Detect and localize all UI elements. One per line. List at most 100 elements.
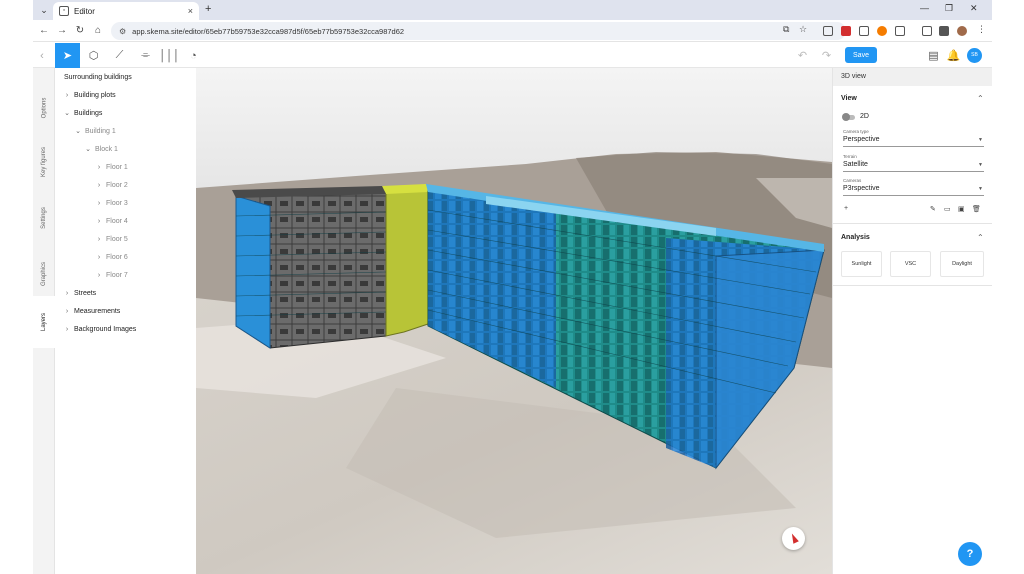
- chevron-down-icon[interactable]: ⌄: [74, 127, 82, 135]
- new-tab-icon[interactable]: +: [205, 3, 211, 15]
- tree-item-background-images[interactable]: › Background Images: [63, 322, 136, 336]
- daylight-button[interactable]: Daylight: [940, 251, 984, 277]
- sun-tool-icon[interactable]: ◔: [181, 43, 206, 68]
- sunlight-button[interactable]: Sunlight: [841, 251, 882, 277]
- chevron-right-icon[interactable]: ›: [95, 254, 103, 261]
- tree-item-buildings[interactable]: ⌄ Buildings: [63, 106, 102, 120]
- grid-tool-icon[interactable]: │││: [157, 43, 182, 68]
- delete-icon[interactable]: 🗑: [972, 205, 981, 213]
- save-camera-icon[interactable]: ▣: [958, 205, 965, 213]
- window-close-icon[interactable]: ✕: [970, 3, 978, 14]
- site-info-icon[interactable]: ⚙: [119, 27, 126, 36]
- address-bar[interactable]: ⚙ app.skema.site/editor/65eb77b59753e32c…: [111, 22, 846, 40]
- tree-item-building-plots[interactable]: › Building plots: [63, 88, 116, 102]
- compass-icon[interactable]: [782, 527, 805, 550]
- back-icon[interactable]: ←: [37, 24, 51, 38]
- chevron-down-icon[interactable]: ⌄: [84, 145, 92, 153]
- tab-label: Options: [41, 97, 47, 119]
- help-button[interactable]: ?: [958, 542, 982, 566]
- tree-label: Floor 1: [106, 163, 128, 171]
- 3d-scene[interactable]: [196, 68, 832, 574]
- reload-icon[interactable]: ↻: [73, 24, 87, 38]
- screen-icon[interactable]: ▭: [944, 205, 951, 213]
- tree-item-measurements[interactable]: › Measurements: [63, 304, 120, 318]
- extension-icon[interactable]: [895, 26, 905, 36]
- tree-item-floor[interactable]: › Floor 6: [95, 250, 128, 264]
- select-tool-icon[interactable]: ➤: [55, 43, 80, 68]
- tree-item-surrounding[interactable]: Surrounding buildings: [64, 70, 132, 84]
- tab-label: Key figures: [41, 146, 48, 178]
- tree-item-floor[interactable]: › Floor 3: [95, 196, 128, 210]
- notification-bell-icon[interactable]: 🔔: [941, 43, 966, 68]
- forward-icon[interactable]: →: [55, 24, 69, 38]
- avatar[interactable]: SB: [967, 48, 982, 63]
- maximize-icon[interactable]: ❐: [945, 3, 953, 14]
- tab-search-icon[interactable]: ⌄: [37, 4, 51, 16]
- redo-icon[interactable]: ↷: [814, 43, 839, 68]
- divider: [833, 223, 992, 224]
- tree-item-block-1[interactable]: ⌄ Block 1: [84, 142, 118, 156]
- building-tool-icon[interactable]: ⬡: [81, 43, 106, 68]
- terrain-label: Terrain: [843, 154, 857, 159]
- browser-menu-icon[interactable]: ⋮: [977, 24, 986, 35]
- cameras-select[interactable]: P3rspective ▼: [843, 185, 984, 196]
- extension-icon[interactable]: [841, 26, 851, 36]
- undo-icon[interactable]: ↶: [790, 43, 815, 68]
- save-button[interactable]: Save: [845, 47, 877, 63]
- terrain-select[interactable]: Satellite ▼: [843, 161, 984, 172]
- view-section-title: View: [841, 95, 857, 102]
- bookmark-star-icon[interactable]: ☆: [799, 24, 807, 35]
- chevron-right-icon[interactable]: ›: [95, 236, 103, 243]
- chevron-up-icon[interactable]: ⌃: [977, 94, 984, 103]
- 3d-viewport[interactable]: [196, 68, 832, 574]
- chevron-down-icon[interactable]: ⌄: [63, 109, 71, 117]
- tab-graphics[interactable]: Graphics: [33, 244, 55, 304]
- tree-label: Block 1: [95, 145, 118, 153]
- vsc-button[interactable]: VSC: [890, 251, 931, 277]
- tab-options[interactable]: Options: [33, 78, 55, 138]
- chevron-right-icon[interactable]: ›: [95, 200, 103, 207]
- tree-item-floor[interactable]: › Floor 7: [95, 268, 128, 282]
- extension-icon[interactable]: [823, 26, 833, 36]
- chevron-right-icon[interactable]: ›: [63, 326, 71, 333]
- home-icon[interactable]: ⌂: [91, 24, 105, 38]
- tree-item-building-1[interactable]: ⌄ Building 1: [74, 124, 116, 138]
- sidepanel-icon[interactable]: [939, 26, 949, 36]
- tab-layers[interactable]: Layers: [33, 296, 55, 348]
- chevron-right-icon[interactable]: ›: [95, 182, 103, 189]
- cast-icon[interactable]: ⧉: [783, 24, 789, 35]
- extension-icon[interactable]: [859, 26, 869, 36]
- measure-tool-icon[interactable]: ⌯: [133, 43, 158, 68]
- add-camera-icon[interactable]: +: [844, 205, 848, 212]
- profile-icon[interactable]: [957, 26, 967, 36]
- tab-key-figures[interactable]: Key figures: [33, 132, 55, 192]
- tree-item-floor[interactable]: › Floor 5: [95, 232, 128, 246]
- collapse-chevron-icon[interactable]: ‹: [33, 43, 51, 68]
- browser-tab[interactable]: ▫ Editor ×: [53, 2, 199, 20]
- chevron-right-icon[interactable]: ›: [63, 290, 71, 297]
- tree-label: Buildings: [74, 109, 103, 117]
- tree-label: Floor 6: [106, 253, 128, 261]
- camera-type-select[interactable]: Perspective ▼: [843, 136, 984, 147]
- dropdown-caret-icon: ▼: [978, 186, 983, 192]
- chevron-right-icon[interactable]: ›: [95, 164, 103, 171]
- tree-item-floor[interactable]: › Floor 4: [95, 214, 128, 228]
- tree-item-floor[interactable]: › Floor 1: [95, 160, 128, 174]
- draw-tool-icon[interactable]: ⟋: [107, 43, 132, 68]
- building-yellow-core[interactable]: [385, 189, 429, 337]
- minimize-icon[interactable]: —: [920, 3, 929, 13]
- chevron-right-icon[interactable]: ›: [95, 272, 103, 279]
- extension-icon[interactable]: [877, 26, 887, 36]
- tab-close-icon[interactable]: ×: [188, 6, 193, 16]
- tree-item-floor[interactable]: › Floor 2: [95, 178, 128, 192]
- chevron-right-icon[interactable]: ›: [95, 218, 103, 225]
- 2d-toggle[interactable]: [842, 113, 855, 121]
- tree-item-streets[interactable]: › Streets: [63, 286, 96, 300]
- edit-icon[interactable]: ✎: [930, 205, 936, 213]
- extension-icon[interactable]: [922, 26, 932, 36]
- chevron-right-icon[interactable]: ›: [63, 92, 71, 99]
- chevron-right-icon[interactable]: ›: [63, 308, 71, 315]
- chevron-up-icon[interactable]: ⌃: [977, 233, 984, 242]
- tab-settings[interactable]: Settings: [33, 188, 55, 248]
- browser-window: ⌄ ▫ Editor × + — ❐ ✕ ← → ↻ ⌂ ⚙ app.skema…: [33, 0, 992, 574]
